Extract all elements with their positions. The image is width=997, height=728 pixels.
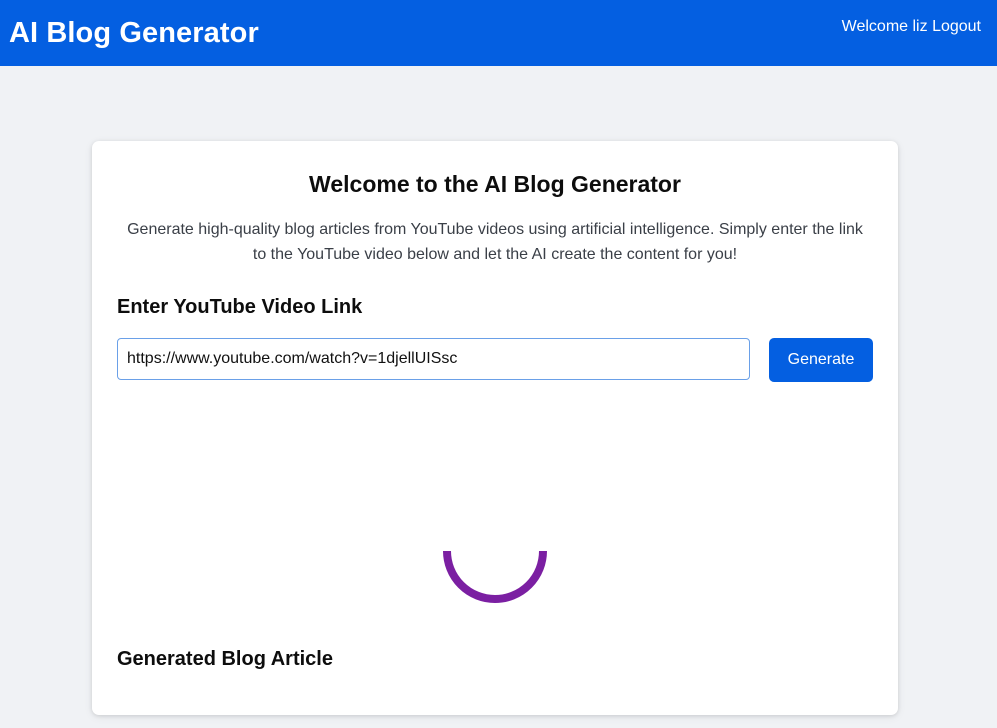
- page-title: Welcome to the AI Blog Generator: [309, 171, 681, 197]
- generated-article-heading: Generated Blog Article: [117, 648, 333, 670]
- youtube-link-label: Enter YouTube Video Link: [117, 296, 363, 318]
- generator-card: Welcome to the AI Blog Generator Generat…: [92, 141, 898, 715]
- youtube-link-input[interactable]: [117, 338, 750, 380]
- loading-arc-shape: [443, 550, 547, 603]
- page-description: Generate high-quality blog articles from…: [127, 221, 863, 263]
- nav-links: Welcome liz Logout: [842, 17, 981, 37]
- top-navbar: AI Blog Generator Welcome liz Logout: [0, 0, 997, 66]
- welcome-user-text: Welcome liz: [841, 18, 928, 35]
- logout-link[interactable]: Logout: [932, 18, 981, 35]
- loading-spinner-icon: [442, 546, 548, 604]
- app-brand-title: AI Blog Generator: [9, 17, 259, 49]
- generate-button[interactable]: Generate: [769, 338, 873, 382]
